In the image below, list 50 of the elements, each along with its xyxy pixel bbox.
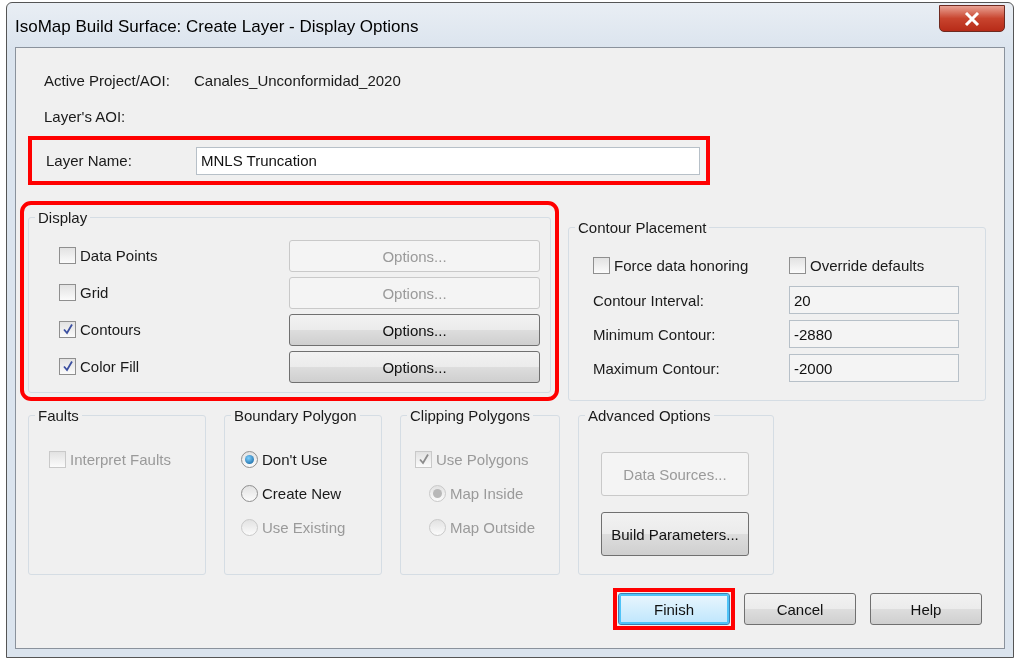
field-label: Maximum Contour: xyxy=(593,359,721,377)
radio-label: Don't Use xyxy=(262,450,328,468)
checkbox-label: Interpret Faults xyxy=(70,450,171,468)
options-button[interactable]: Options... xyxy=(289,351,540,383)
checkbox[interactable] xyxy=(59,246,76,264)
number-field[interactable]: -2880 xyxy=(789,320,959,348)
checkbox[interactable] xyxy=(789,256,806,274)
radio-label: Map Inside xyxy=(450,484,524,502)
radio-label: Use Existing xyxy=(262,518,346,536)
checkmark-icon xyxy=(61,323,74,335)
field-label: Active Project/AOI: xyxy=(44,71,171,89)
layer-name-field[interactable]: MNLS Truncation xyxy=(196,146,700,175)
checkbox-label: Force data honoring xyxy=(614,256,749,274)
checkbox-label: Data Points xyxy=(80,246,158,264)
group-title: Contour Placement xyxy=(577,219,708,236)
radio-label: Map Outside xyxy=(450,518,536,536)
group-title: Display xyxy=(37,209,89,226)
close-button[interactable] xyxy=(939,5,1005,32)
group-title: Advanced Options xyxy=(587,407,712,424)
group-title: Faults xyxy=(37,407,80,424)
number-field[interactable]: -2000 xyxy=(789,354,959,382)
project-name: Canales_Unconformidad_2020 xyxy=(194,71,401,89)
window-title: IsoMap Build Surface: Create Layer - Display Options xyxy=(15,17,419,37)
number-field[interactable]: 20 xyxy=(789,286,959,314)
checkbox-label: Contours xyxy=(80,320,141,338)
dialog-button[interactable]: Finish xyxy=(618,593,730,625)
dialog-button[interactable]: Build Parameters... xyxy=(601,512,749,556)
field-label: Layer's AOI: xyxy=(44,107,127,125)
radio-label: Create New xyxy=(262,484,342,502)
checkbox-label: Color Fill xyxy=(80,357,140,375)
checkbox[interactable] xyxy=(59,357,76,375)
group-title: Boundary Polygon xyxy=(233,407,358,424)
checkbox[interactable] xyxy=(593,256,610,274)
options-button[interactable]: Options... xyxy=(289,314,540,346)
checkbox[interactable] xyxy=(59,283,76,301)
checkmark-icon xyxy=(61,360,74,372)
dialog-button[interactable]: Cancel xyxy=(744,593,856,625)
checkbox-label: Use Polygons xyxy=(436,450,529,468)
checkbox[interactable] xyxy=(59,320,76,338)
radio-button[interactable] xyxy=(241,450,258,468)
field-label: Layer Name: xyxy=(46,152,133,169)
radio-button[interactable] xyxy=(241,484,258,502)
field-label: Minimum Contour: xyxy=(593,325,717,343)
field-label: Contour Interval: xyxy=(593,291,705,309)
close-icon xyxy=(964,11,980,26)
group-title: Clipping Polygons xyxy=(409,407,532,424)
dialog-button[interactable]: Help xyxy=(870,593,982,625)
checkbox-label: Grid xyxy=(80,283,109,301)
checkmark-icon xyxy=(417,453,430,465)
checkbox-label: Override defaults xyxy=(810,256,925,274)
